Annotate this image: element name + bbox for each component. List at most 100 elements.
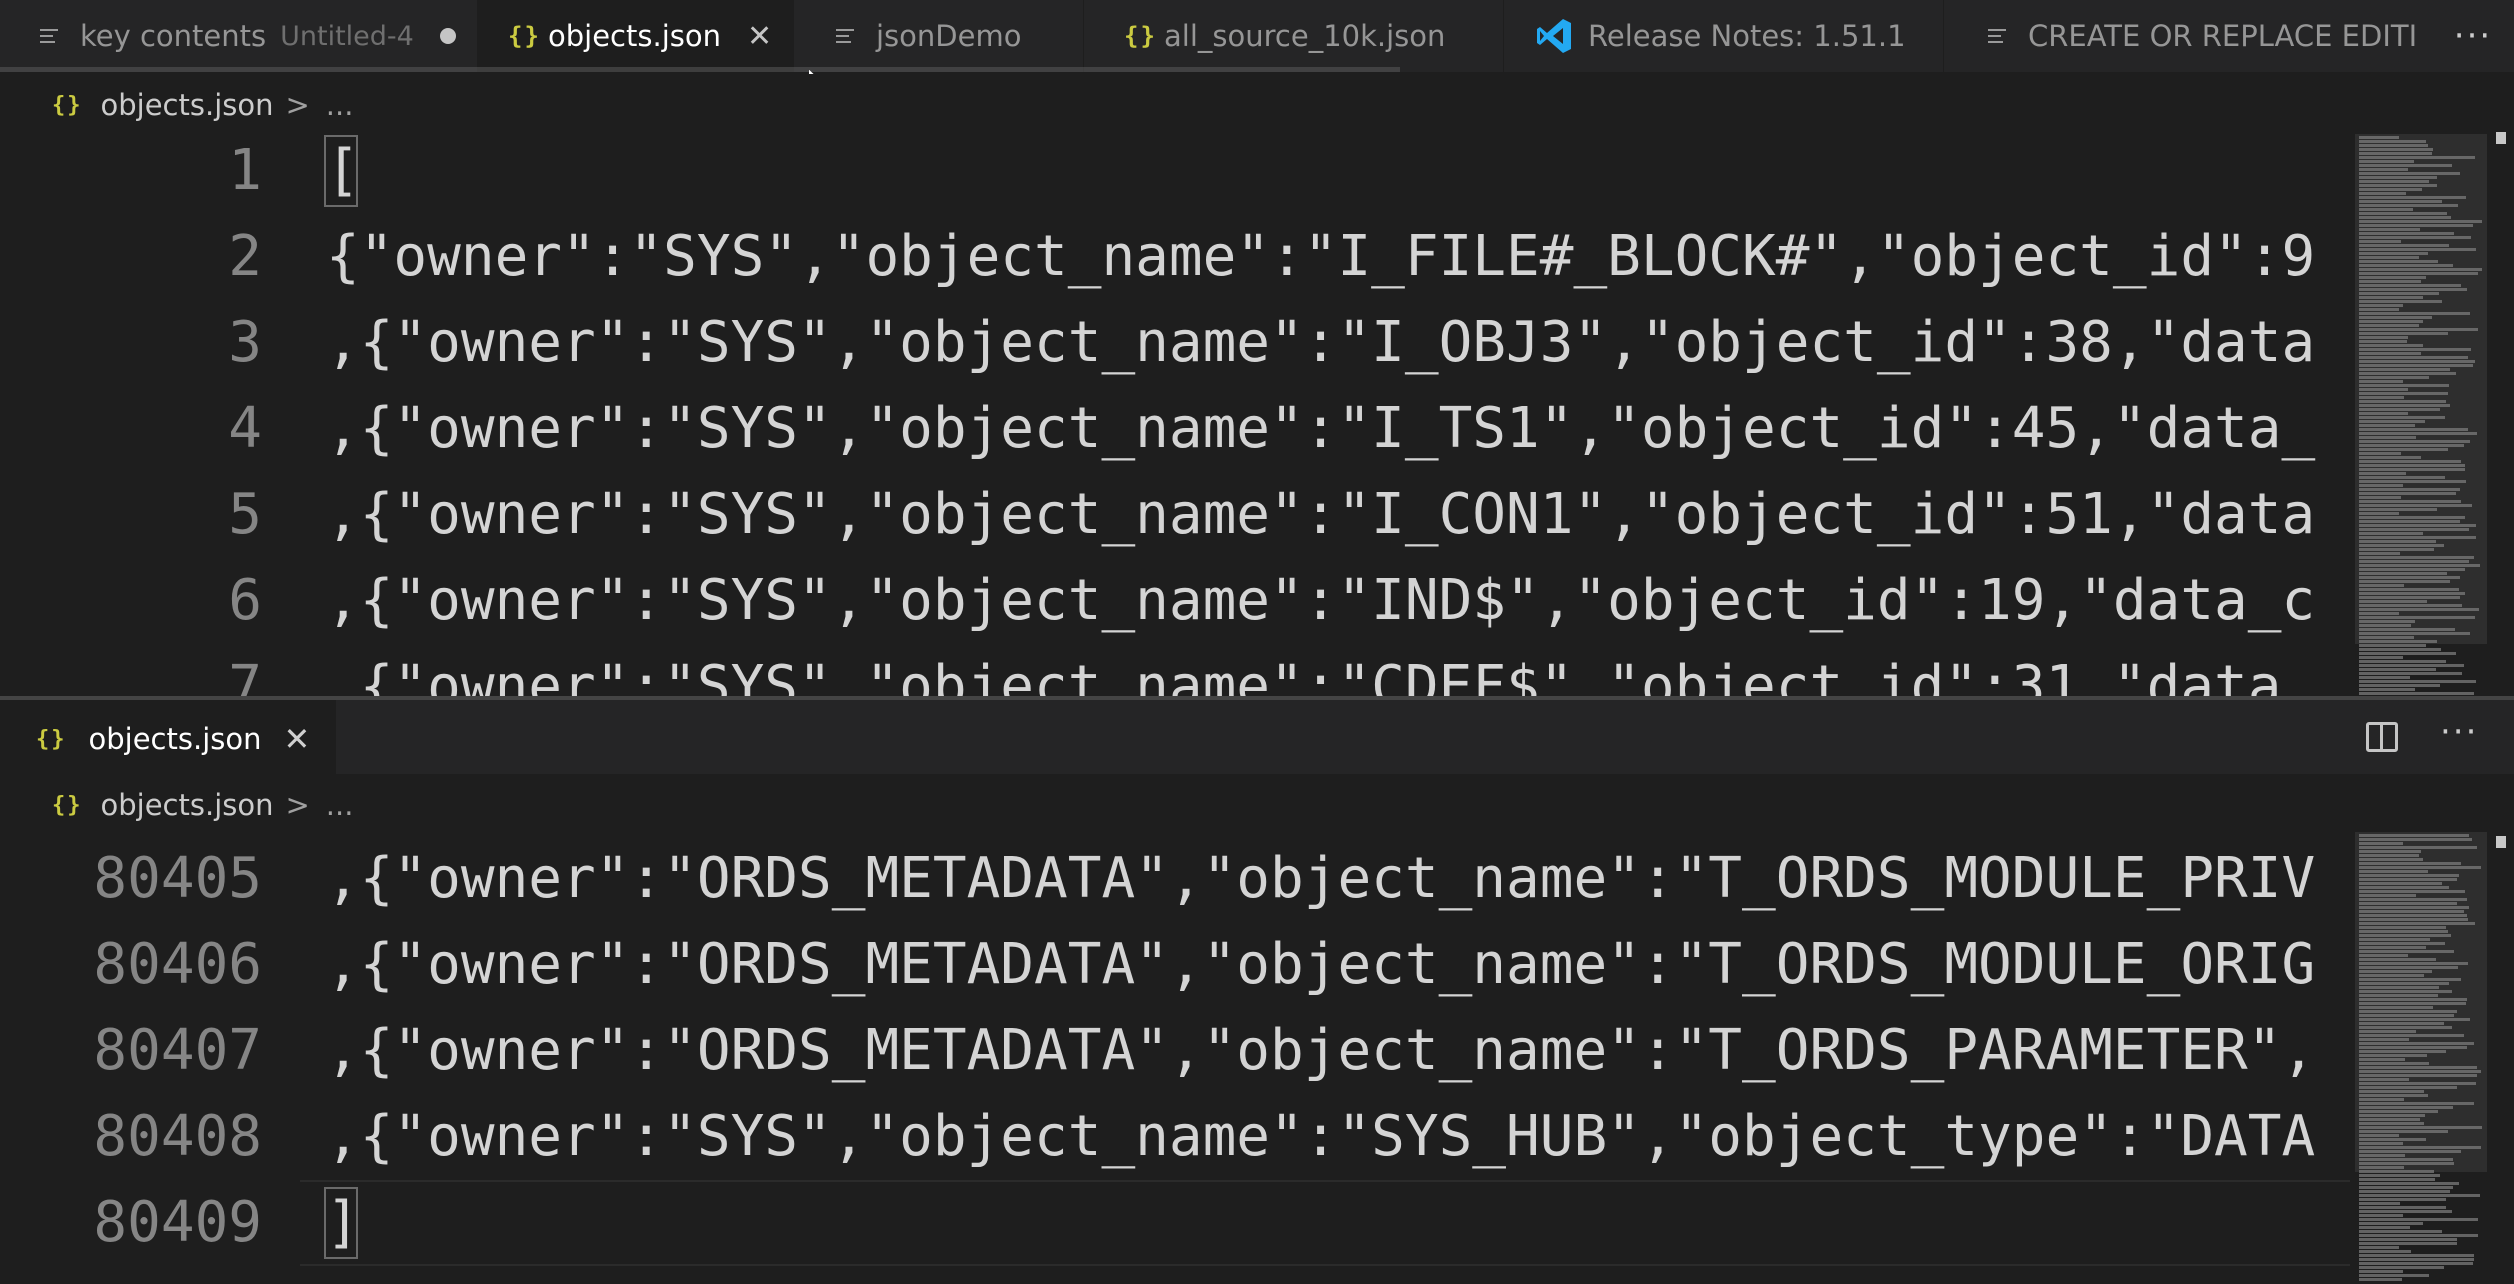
minimap-code-line	[2359, 1190, 2450, 1193]
minimap-code-line	[2359, 392, 2448, 395]
minimap-top[interactable]	[2355, 134, 2487, 696]
minimap-code-line	[2359, 492, 2456, 495]
minimap-code-line	[2359, 580, 2450, 583]
code-editor-top[interactable]: 1 [ 2 {"owner":"SYS","object_name":"I_FI…	[0, 128, 2350, 696]
minimap-code-line	[2359, 922, 2475, 925]
json-file-icon: {}	[52, 792, 83, 818]
minimap-code-line	[2359, 312, 2470, 315]
minimap-code-line	[2359, 464, 2465, 467]
breadcrumb-file[interactable]: objects.json	[101, 788, 274, 822]
minimap-code-line	[2359, 496, 2401, 499]
minimap-code-line	[2359, 612, 2399, 615]
unsaved-dot-icon[interactable]	[439, 28, 456, 44]
minimap-code-line	[2359, 1254, 2474, 1257]
more-actions-icon[interactable]: ···	[2432, 0, 2514, 72]
minimap-code-line	[2359, 480, 2466, 483]
breadcrumb-file[interactable]: objects.json	[101, 88, 274, 122]
tab-jsondemo[interactable]: jsonDemo	[794, 0, 1084, 72]
code-line: 80407 ,{"owner":"ORDS_METADATA","object_…	[0, 1008, 2350, 1094]
scrollbar-thumb[interactable]	[2496, 836, 2506, 848]
minimap-code-line	[2359, 276, 2426, 279]
minimap-code-line	[2359, 564, 2480, 567]
minimap-code-line	[2359, 180, 2429, 183]
minimap-code-line	[2359, 842, 2403, 845]
code-editor-bottom[interactable]: 80405 ,{"owner":"ORDS_METADATA","object_…	[0, 836, 2350, 1284]
tab-all-source-10k-json[interactable]: {} all_source_10k.json	[1084, 0, 1504, 72]
breadcrumb-symbols[interactable]: ...	[326, 788, 354, 822]
breadcrumb: {} objects.json > ...	[0, 74, 2514, 136]
close-icon[interactable]: ✕	[747, 19, 772, 54]
minimap-code-line	[2359, 256, 2419, 259]
minimap-code-line	[2359, 168, 2408, 171]
minimap-code-line	[2359, 882, 2442, 885]
tab-label: objects.json	[88, 722, 262, 756]
split-editor-icon[interactable]	[2366, 722, 2398, 752]
minimap-code-line	[2359, 248, 2476, 251]
tab-objects-json-bottom[interactable]: {} objects.json ✕	[0, 700, 337, 778]
tab-key-contents[interactable]: key contents Untitled-4	[0, 0, 478, 72]
minimap-code-line	[2359, 576, 2460, 579]
minimap-code-line	[2359, 1034, 2464, 1037]
minimap-code-line	[2359, 488, 2460, 491]
minimap-code-line	[2359, 320, 2423, 323]
minimap-code-line	[2359, 328, 2478, 331]
minimap-code-line	[2359, 974, 2424, 977]
minimap-code-line	[2359, 1022, 2444, 1025]
minimap-code-line	[2359, 632, 2470, 635]
code-text: ,{"owner":"SYS","object_name":"I_OBJ3","…	[326, 310, 2316, 375]
editor-tab-bar: key contents Untitled-4 {} objects.json …	[0, 0, 2514, 72]
minimap-code-line	[2359, 428, 2468, 431]
minimap-code-line	[2359, 472, 2406, 475]
minimap-code-line	[2359, 1274, 2429, 1277]
close-icon[interactable]: ✕	[283, 720, 310, 758]
minimap-code-line	[2359, 1046, 2467, 1049]
minimap-code-line	[2359, 300, 2442, 303]
code-line: 6 ,{"owner":"SYS","object_name":"IND$","…	[0, 558, 2350, 644]
minimap-code-line	[2359, 620, 2415, 623]
minimap-code-line	[2359, 292, 2439, 295]
minimap-code-line	[2359, 160, 2414, 163]
tabs-scrollbar[interactable]	[0, 67, 1400, 72]
code-line: 80405 ,{"owner":"ORDS_METADATA","object_…	[0, 836, 2350, 922]
minimap-code-line	[2359, 556, 2474, 559]
minimap-code-line	[2359, 284, 2461, 287]
tab-release-notes[interactable]: Release Notes: 1.51.1	[1504, 0, 1944, 72]
minimap-code-line	[2359, 668, 2436, 671]
tab-label: key contents	[80, 19, 267, 53]
minimap-code-line	[2359, 440, 2470, 443]
minimap-code-line	[2359, 468, 2465, 471]
minimap-code-line	[2359, 902, 2457, 905]
minimap-code-line	[2359, 1074, 2477, 1077]
vertical-scrollbar[interactable]	[2490, 128, 2514, 696]
minimap-code-line	[2359, 400, 2446, 403]
minimap-code-line	[2359, 874, 2459, 877]
chevron-right-icon: >	[285, 788, 310, 822]
minimap-code-line	[2359, 1070, 2481, 1073]
minimap-code-line	[2359, 1186, 2453, 1189]
tab-label: Release Notes: 1.51.1	[1588, 19, 1906, 53]
breadcrumb-symbols[interactable]: ...	[326, 88, 354, 122]
minimap-code-line	[2359, 862, 2461, 865]
minimap-code-line	[2359, 588, 2459, 591]
tab-label: jsonDemo	[876, 19, 1022, 53]
minimap-code-line	[2359, 1222, 2423, 1225]
minimap-code-line	[2359, 176, 2437, 179]
minimap-code-line	[2359, 1038, 2409, 1041]
minimap-code-line	[2359, 596, 2460, 599]
editor-group-tab-bar: {} objects.json ✕ ···	[0, 696, 2514, 778]
minimap-code-line	[2359, 636, 2414, 639]
minimap-bottom[interactable]	[2355, 832, 2487, 1284]
code-line: 2 {"owner":"SYS","object_name":"I_FILE#_…	[0, 214, 2350, 300]
vertical-scrollbar[interactable]	[2490, 832, 2514, 1284]
more-actions-icon[interactable]: ···	[2440, 712, 2478, 752]
code-line: 80409 ]	[0, 1180, 2350, 1266]
minimap-code-line	[2359, 1042, 2474, 1045]
minimap-code-line	[2359, 476, 2445, 479]
minimap-code-line	[2359, 1226, 2410, 1229]
minimap-code-line	[2359, 308, 2399, 311]
minimap-code-line	[2359, 1198, 2446, 1201]
tab-objects-json[interactable]: {} objects.json ✕	[478, 0, 794, 72]
tab-create-or-replace[interactable]: CREATE OR REPLACE EDITI	[1944, 0, 2434, 72]
scrollbar-thumb[interactable]	[2496, 132, 2506, 144]
minimap-code-line	[2359, 1230, 2442, 1233]
